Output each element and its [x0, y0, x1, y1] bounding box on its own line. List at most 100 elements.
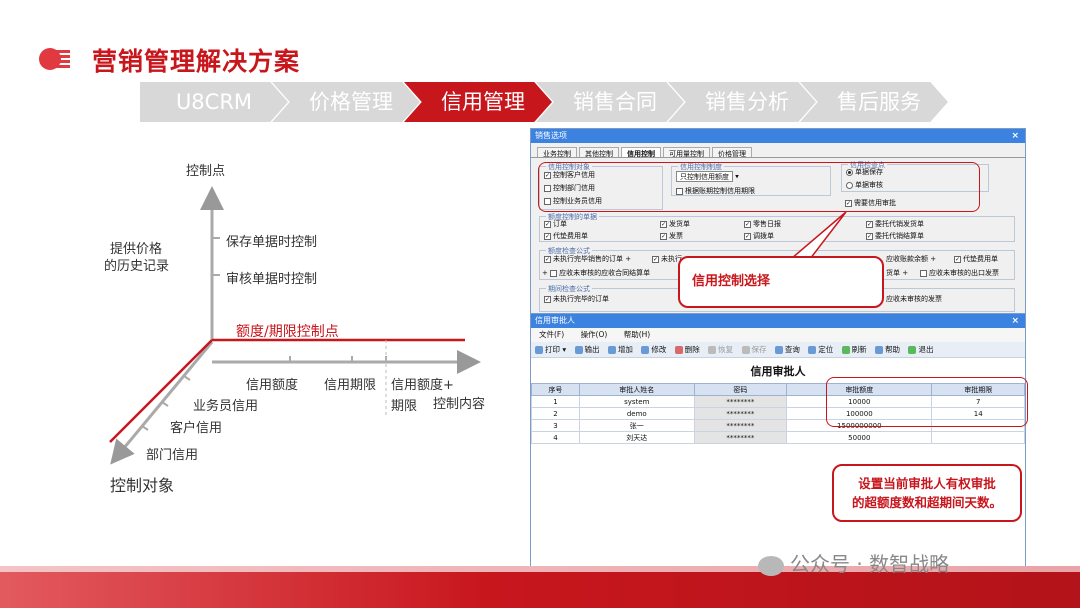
close-icon[interactable]: ×	[1011, 314, 1019, 328]
restore-button[interactable]: 恢复	[708, 342, 733, 358]
doc-consign-delivery[interactable]: ✓ 委托代销发货单	[866, 219, 924, 229]
limit-docs-group: 额度控制的单据 ✓ 订单 ✓ 发货单 ✓ 零售日报 ✓ 委托代销发货单 ✓ 代垫费用单 ✓…	[539, 212, 1015, 242]
print-button[interactable]: 打印 ▾	[535, 342, 566, 358]
watermark: 公众号 · 数智战略	[758, 548, 949, 577]
cell-index[interactable]: 3	[531, 419, 580, 432]
doc-consign-settle[interactable]: ✓ 委托代销结算单	[866, 231, 924, 241]
period-formula-title: 期间检查公式	[546, 284, 592, 294]
slide: 营销管理解决方案 U8CRM 价格管理 信用管理 销售合同 销售分析 售后服务	[0, 0, 1080, 608]
close-icon[interactable]: ×	[1011, 129, 1019, 143]
period-unfinished-order[interactable]: ✓ 未执行完毕的订单	[544, 294, 609, 304]
cell-name[interactable]: system	[578, 395, 695, 408]
x-item-both-2: 期限	[391, 399, 418, 414]
process-nav: U8CRM 价格管理 信用管理 销售合同 销售分析 售后服务	[140, 82, 970, 122]
edit-button[interactable]: 修改	[641, 342, 666, 358]
approver-callout-line-1: 设置当前审批人有权审批	[858, 476, 996, 491]
cell-password[interactable]: ********	[693, 431, 788, 444]
doc-order[interactable]: ✓ 订单	[544, 219, 567, 229]
nav-item-analysis[interactable]: 销售分析	[668, 82, 816, 122]
save-button[interactable]: 保存	[741, 342, 767, 358]
z-item-salesman: 业务员信用	[193, 399, 259, 414]
approver-window-title: 信用审批人	[535, 316, 575, 325]
credit-control-callout: 信用控制选择	[678, 256, 884, 308]
cell-index[interactable]: 1	[531, 395, 580, 408]
nav-item-service[interactable]: 售后服务	[800, 82, 948, 122]
save-icon	[741, 346, 750, 354]
tab-business-control[interactable]: 业务控制	[537, 147, 577, 158]
cell-name[interactable]: 张一	[578, 419, 695, 432]
delete-button[interactable]: 删除	[674, 342, 700, 358]
formula-contract-settle[interactable]: + 应收未审核的应收合同结算单	[542, 268, 650, 278]
tab-availability-control[interactable]: 可用量控制	[663, 147, 710, 158]
query-button[interactable]: 查询	[774, 342, 800, 358]
cell-password[interactable]: ********	[693, 407, 788, 420]
add-button[interactable]: 增加	[607, 342, 633, 358]
print-icon	[535, 346, 543, 354]
doc-expense-label: 代垫费用单	[553, 232, 588, 240]
edit-label: 修改	[651, 345, 667, 354]
col-password[interactable]: 密码	[693, 383, 788, 396]
exit-button[interactable]: 退出	[908, 342, 933, 358]
cell-limit[interactable]: 50000	[786, 431, 933, 444]
checkbox-icon: ✓	[652, 255, 659, 263]
help-icon	[875, 346, 884, 354]
tab-price-management[interactable]: 价格管理	[712, 147, 752, 158]
x-item-credit-limit: 信用额度	[246, 378, 299, 393]
export-label: 输出	[584, 345, 600, 354]
exit-icon	[908, 346, 917, 354]
checkbox-icon	[550, 269, 558, 277]
doc-transfer[interactable]: ✓ 调拨单	[744, 231, 774, 241]
refresh-button[interactable]: 刷新	[841, 342, 867, 358]
z-axis-label: 控制对象	[110, 476, 175, 495]
approval-columns-highlight	[826, 377, 1028, 427]
formula-expense[interactable]: ✓ 代垫费用单	[954, 254, 998, 264]
table-row[interactable]: 4 刘天达 ******** 50000	[531, 431, 1025, 444]
doc-delivery[interactable]: ✓ 发货单	[660, 219, 690, 229]
cell-index[interactable]: 4	[531, 431, 580, 444]
approver-callout-line-2: 的超额度数和超期间天数。	[851, 495, 1002, 510]
formula-receivable-label: 应收账款余额	[886, 255, 928, 263]
approver-callout: 设置当前审批人有权审批 的超额度数和超期间天数。	[832, 464, 1022, 522]
z-item-customer: 客户信用	[170, 421, 223, 436]
menu-help[interactable]: 帮助(H)	[624, 330, 651, 339]
nav-item-u8crm[interactable]: U8CRM	[140, 82, 288, 122]
nav-item-contract[interactable]: 销售合同	[536, 82, 684, 122]
x-item-both-1: 信用额度+	[391, 378, 454, 393]
formula-unfinished-order[interactable]: ✓ 未执行完毕销售的订单 +	[544, 254, 631, 264]
period-unfinished-order-label: 未执行完毕的订单	[553, 295, 609, 303]
watermark-text: 公众号 · 数智战略	[790, 552, 950, 576]
col-name[interactable]: 审批人姓名	[578, 383, 695, 396]
tab-credit-control[interactable]: 信用控制	[621, 147, 661, 158]
add-label: 增加	[617, 345, 633, 354]
nav-item-price[interactable]: 价格管理	[272, 82, 420, 122]
tab-other-control[interactable]: 其他控制	[579, 147, 619, 158]
doc-order-label: 订单	[553, 220, 567, 228]
doc-expense[interactable]: ✓ 代垫费用单	[544, 231, 588, 241]
menu-file[interactable]: 文件(F)	[539, 330, 564, 339]
doc-retail[interactable]: ✓ 零售日报	[744, 219, 781, 229]
query-icon	[774, 346, 783, 354]
cell-name[interactable]: 刘天达	[578, 431, 695, 444]
doc-invoice[interactable]: ✓ 发票	[660, 231, 683, 241]
locate-button[interactable]: 定位	[808, 342, 833, 358]
formula-export-invoice[interactable]: 应收未审核的出口发票	[920, 268, 999, 278]
cell-password[interactable]: ********	[693, 419, 788, 432]
help-button[interactable]: 帮助	[875, 342, 900, 358]
doc-retail-label: 零售日报	[753, 220, 781, 228]
cell-name[interactable]: demo	[578, 407, 695, 420]
menu-operation[interactable]: 操作(O)	[581, 330, 608, 339]
help-label: 帮助	[885, 345, 901, 354]
export-button[interactable]: 输出	[574, 342, 600, 358]
refresh-label: 刷新	[851, 345, 867, 354]
nav-item-credit[interactable]: 信用管理	[404, 82, 552, 122]
cell-period[interactable]	[931, 431, 1025, 444]
cell-password[interactable]: ********	[693, 395, 788, 408]
formula-contract-settle-label: 应收未审核的应收合同结算单	[559, 269, 651, 277]
z-item-department: 部门信用	[146, 448, 199, 463]
checkbox-icon: ✓	[954, 255, 961, 263]
col-index[interactable]: 序号	[531, 383, 580, 396]
credit-control-callout-text: 信用控制选择	[692, 274, 771, 289]
cell-index[interactable]: 2	[531, 407, 580, 420]
checkbox-icon: ✓	[744, 232, 751, 240]
sales-options-title: 销售选项	[535, 131, 567, 140]
